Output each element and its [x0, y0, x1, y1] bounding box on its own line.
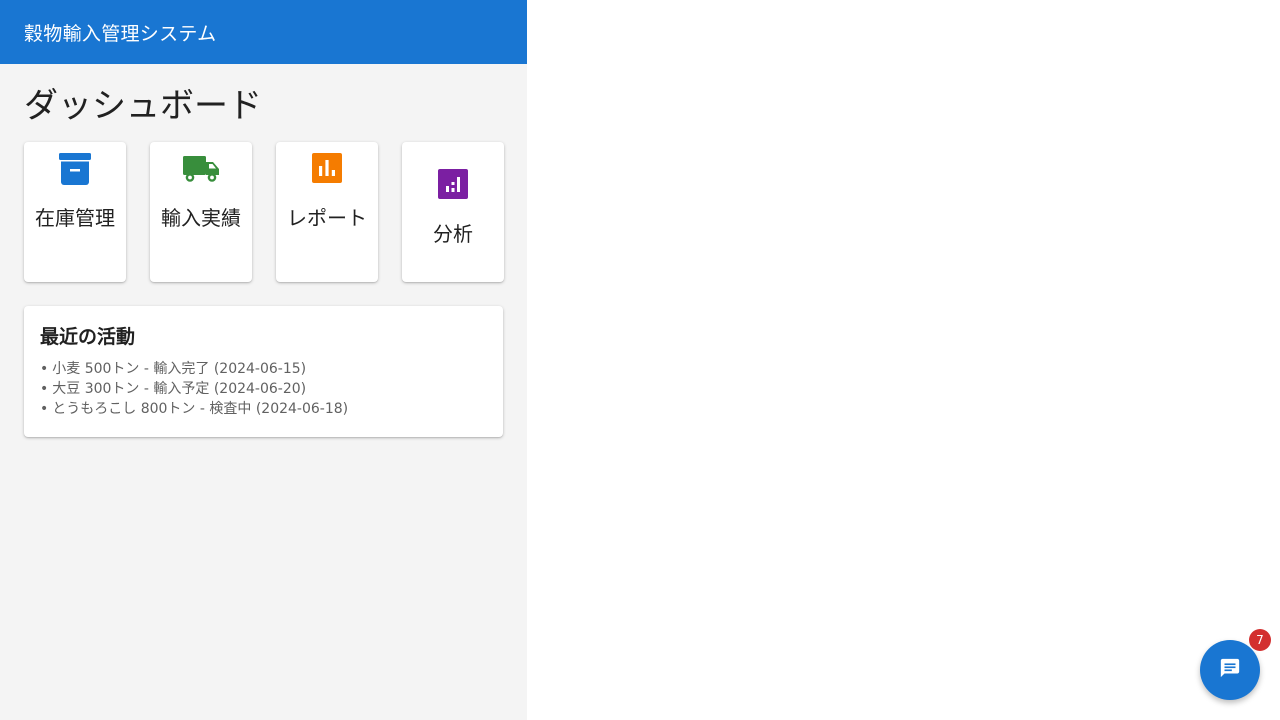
list-item: • とうもろこし 800トン - 検査中 (2024-06-18) [40, 399, 487, 419]
app-title: 穀物輸入管理システム [24, 22, 217, 45]
tile-label-reports: レポート [287, 206, 367, 230]
tile-import-results[interactable]: 輸入実績 [150, 142, 252, 282]
chat-icon [1219, 657, 1241, 683]
analytics-icon [402, 169, 504, 199]
page-title: ダッシュボード [24, 86, 262, 126]
tile-inventory[interactable]: 在庫管理 [24, 142, 126, 282]
activity-text: 大豆 300トン - 輸入予定 (2024-06-20) [52, 381, 307, 397]
archive-box-icon [24, 152, 126, 186]
activity-text: 小麦 500トン - 輸入完了 (2024-06-15) [52, 361, 307, 377]
activity-list: • 小麦 500トン - 輸入完了 (2024-06-15) • 大豆 300トン … [40, 359, 487, 419]
list-item: • 小麦 500トン - 輸入完了 (2024-06-15) [40, 359, 487, 379]
recent-activity-card: 最近の活動 • 小麦 500トン - 輸入完了 (2024-06-15) • 大豆 … [24, 306, 503, 437]
bullet: • [40, 401, 49, 417]
tile-label-analytics: 分析 [433, 222, 473, 246]
recent-activity-title: 最近の活動 [40, 326, 136, 348]
chat-button[interactable] [1200, 640, 1260, 700]
tile-label-inventory: 在庫管理 [35, 206, 115, 230]
app-bar: 穀物輸入管理システム [0, 0, 527, 64]
list-item: • 大豆 300トン - 輸入予定 (2024-06-20) [40, 379, 487, 399]
bullet: • [40, 381, 49, 397]
activity-text: とうもろこし 800トン - 検査中 (2024-06-18) [52, 401, 349, 417]
tile-reports[interactable]: レポート [276, 142, 378, 282]
app-panel: 穀物輸入管理システム ダッシュボード 在庫管理 輸入実績 レポート 分析 最近の… [0, 0, 527, 720]
bullet: • [40, 361, 49, 377]
tile-label-import-results: 輸入実績 [161, 206, 241, 230]
notification-badge: 7 [1249, 629, 1271, 651]
dashboard-tiles: 在庫管理 輸入実績 レポート 分析 [24, 142, 504, 282]
bar-chart-icon [276, 153, 378, 183]
truck-icon [150, 154, 252, 184]
tile-analytics[interactable]: 分析 [402, 142, 504, 282]
